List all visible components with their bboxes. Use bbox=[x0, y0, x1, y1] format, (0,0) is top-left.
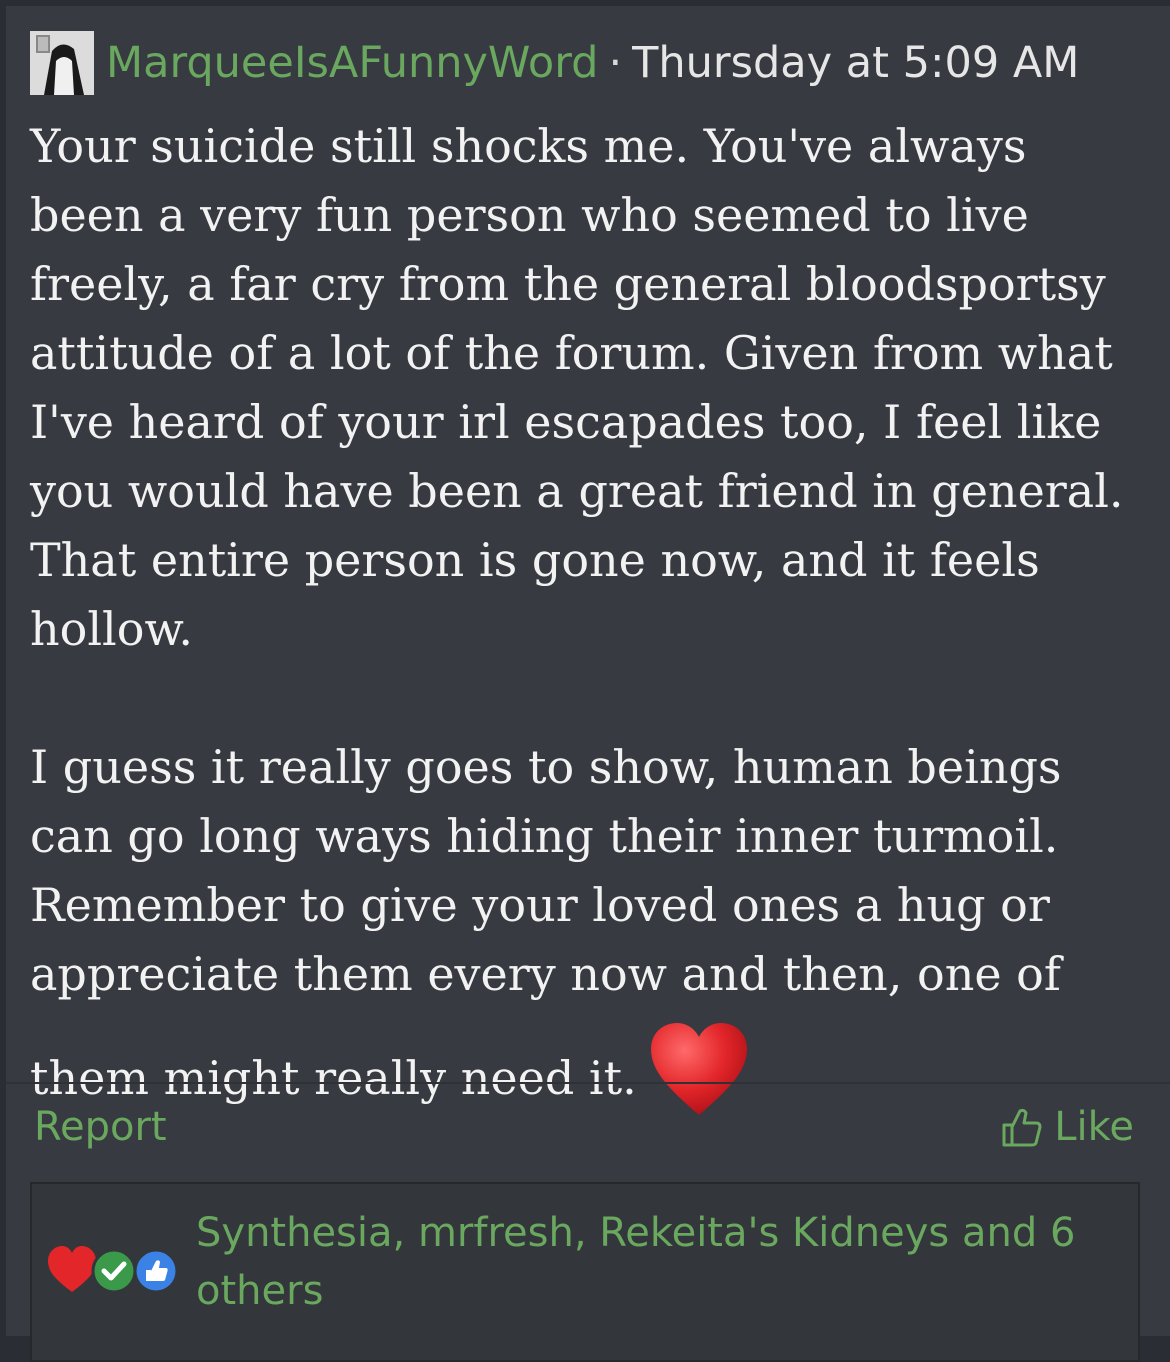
post-header: MarqueeIsAFunnyWord · Thursday at 5:09 A… bbox=[30, 28, 1079, 98]
post-body: Your suicide still shocks me. You've alw… bbox=[30, 112, 1150, 1115]
thumbs-up-icon bbox=[133, 1248, 179, 1294]
report-button[interactable]: Report bbox=[34, 1104, 167, 1150]
post-divider bbox=[6, 1082, 1170, 1084]
avatar[interactable] bbox=[30, 31, 94, 95]
header-separator: · bbox=[608, 38, 623, 88]
post-paragraph-1: Your suicide still shocks me. You've alw… bbox=[30, 119, 1124, 656]
post-paragraph-2-end: them might really need it. bbox=[30, 1051, 637, 1105]
post-last-line: them might really need it. bbox=[30, 1023, 1150, 1115]
avatar-image bbox=[30, 31, 94, 95]
check-icon bbox=[91, 1248, 137, 1294]
thumbs-up-outline-icon bbox=[1002, 1108, 1042, 1147]
heart-icon bbox=[48, 1246, 96, 1292]
like-label: Like bbox=[1054, 1104, 1134, 1150]
reaction-summary-link[interactable]: Synthesia, mrfresh, Rekeita's Kidneys an… bbox=[196, 1204, 1096, 1320]
post-timestamp[interactable]: Thursday at 5:09 AM bbox=[632, 38, 1079, 88]
post-paragraph-2: I guess it really goes to show, human be… bbox=[30, 740, 1062, 1001]
forum-post: MarqueeIsAFunnyWord · Thursday at 5:09 A… bbox=[6, 6, 1170, 1362]
username-link[interactable]: MarqueeIsAFunnyWord bbox=[106, 41, 598, 85]
reactions-bar: Synthesia, mrfresh, Rekeita's Kidneys an… bbox=[30, 1182, 1140, 1362]
reaction-icons bbox=[48, 1246, 179, 1294]
heart-emoji-icon bbox=[650, 1023, 747, 1115]
like-button[interactable]: Like bbox=[1000, 1104, 1134, 1150]
